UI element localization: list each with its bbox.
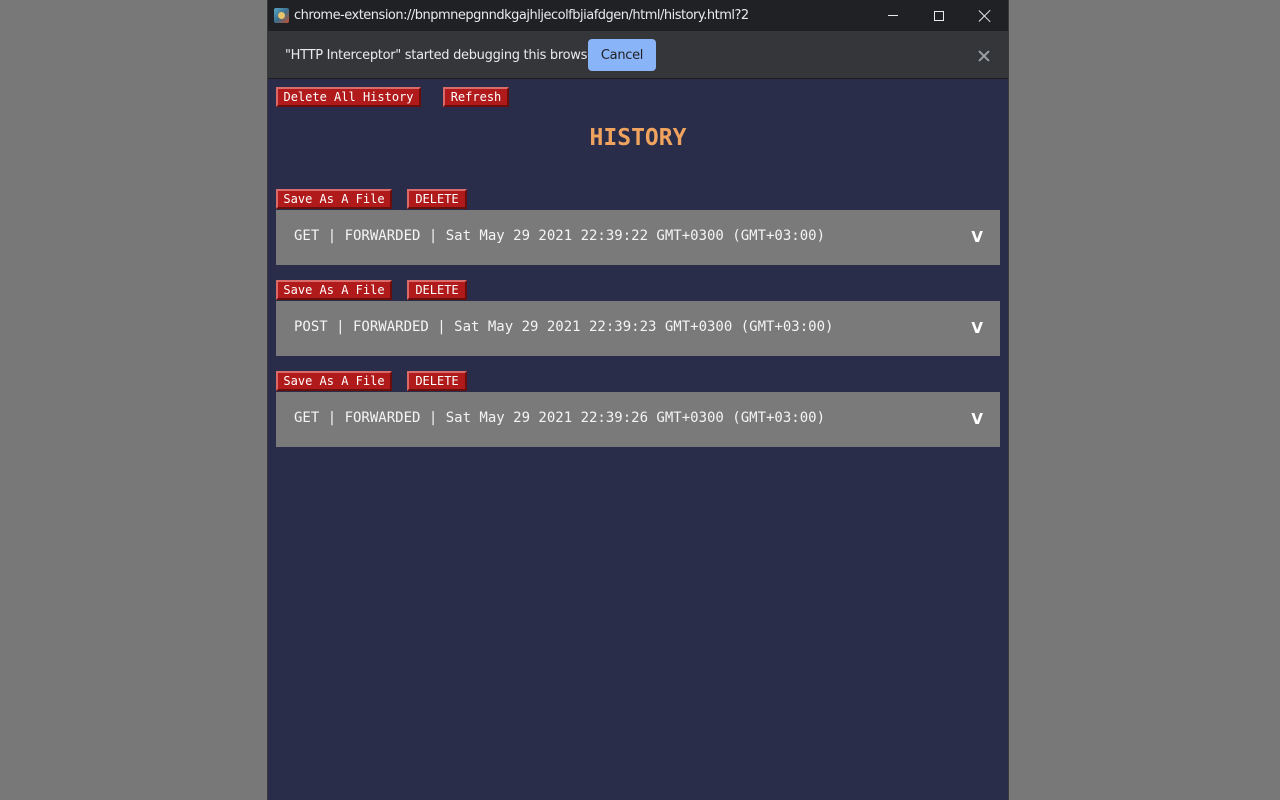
close-icon <box>979 10 991 22</box>
entry-summary: POST | FORWARDED | Sat May 29 2021 22:39… <box>294 319 834 335</box>
history-entry[interactable]: POST | FORWARDED | Sat May 29 2021 22:39… <box>276 301 1000 356</box>
maximize-icon <box>934 10 944 21</box>
save-as-file-button[interactable]: Save As A File <box>276 371 392 391</box>
browser-window: chrome-extension://bnpmnepgnndkgajhljeco… <box>267 0 1009 800</box>
entry-summary: GET | FORWARDED | Sat May 29 2021 22:39:… <box>294 410 826 426</box>
minimize-button[interactable] <box>870 0 916 31</box>
expand-toggle[interactable]: V <box>971 410 983 428</box>
expand-toggle[interactable]: V <box>971 228 983 246</box>
delete-entry-button[interactable]: DELETE <box>407 371 467 391</box>
save-as-file-button[interactable]: Save As A File <box>276 280 392 300</box>
page-title: HISTORY <box>589 125 687 151</box>
dismiss-infobar-close-icon[interactable] <box>976 48 992 64</box>
expand-toggle[interactable]: V <box>971 319 983 337</box>
entry-summary: GET | FORWARDED | Sat May 29 2021 22:39:… <box>294 228 826 244</box>
delete-entry-button[interactable]: DELETE <box>407 280 467 300</box>
infobar-message: "HTTP Interceptor" started debugging thi… <box>285 48 600 63</box>
refresh-button[interactable]: Refresh <box>443 87 509 107</box>
save-as-file-button[interactable]: Save As A File <box>276 189 392 209</box>
maximize-button[interactable] <box>916 0 962 31</box>
cancel-debugging-button[interactable]: Cancel <box>588 39 656 71</box>
close-window-button[interactable] <box>962 0 1008 31</box>
title-bar: chrome-extension://bnpmnepgnndkgajhljeco… <box>268 0 1008 31</box>
delete-all-history-button[interactable]: Delete All History <box>276 87 421 107</box>
delete-entry-button[interactable]: DELETE <box>407 189 467 209</box>
window-title: chrome-extension://bnpmnepgnndkgajhljeco… <box>294 8 749 23</box>
history-page: Delete All History Refresh HISTORY Save … <box>268 80 1008 800</box>
extension-app-icon <box>274 8 289 23</box>
history-entry[interactable]: GET | FORWARDED | Sat May 29 2021 22:39:… <box>276 210 1000 265</box>
debugging-infobar: "HTTP Interceptor" started debugging thi… <box>268 31 1008 79</box>
minimize-icon <box>888 15 898 16</box>
history-entry[interactable]: GET | FORWARDED | Sat May 29 2021 22:39:… <box>276 392 1000 447</box>
